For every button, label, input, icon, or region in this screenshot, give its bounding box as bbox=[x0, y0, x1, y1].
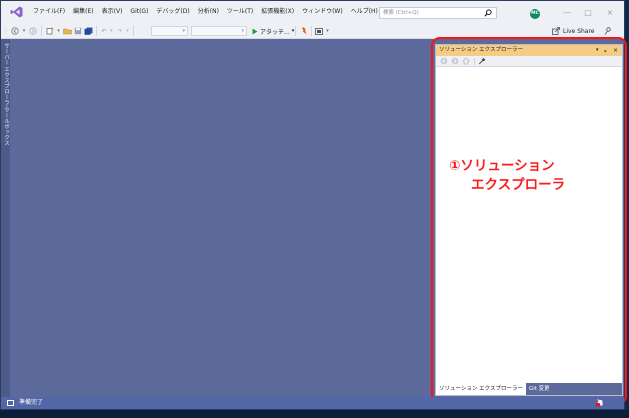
annotation-line-1: ①ソリューション bbox=[449, 158, 555, 174]
chevron-down-icon[interactable]: ▾ bbox=[109, 26, 114, 36]
navigate-forward-icon[interactable] bbox=[28, 26, 38, 36]
navigate-back-icon[interactable] bbox=[10, 26, 20, 36]
toolbar-grip-icon: ⋮ bbox=[3, 27, 9, 35]
left-tool-window-strip: サーバー エクスプローラー ツールボックス bbox=[1, 39, 10, 397]
menu-edit[interactable]: 編集(E) bbox=[69, 1, 97, 23]
menu-bar: ファイル(F) 編集(E) 表示(V) Git(G) デバッグ(D) 分析(N)… bbox=[29, 1, 382, 23]
menu-file[interactable]: ファイル(F) bbox=[29, 1, 69, 23]
attach-button-label: アタッチ... bbox=[260, 28, 290, 36]
undo-icon[interactable]: ↶ bbox=[99, 26, 109, 36]
minimize-button[interactable]: — bbox=[562, 7, 572, 19]
menu-help[interactable]: ヘルプ(H) bbox=[347, 1, 382, 23]
chevron-down-icon[interactable]: ▾ bbox=[56, 26, 61, 36]
chevron-down-icon[interactable]: ▾ bbox=[125, 26, 130, 36]
server-explorer-tab[interactable]: サーバー エクスプローラー bbox=[2, 43, 10, 111]
attach-button[interactable]: アタッチ... ▾ bbox=[252, 26, 294, 36]
search-icon bbox=[484, 9, 492, 17]
redo-icon[interactable]: ↷ bbox=[115, 26, 125, 36]
vs-window: ファイル(F) 編集(E) 表示(V) Git(G) デバッグ(D) 分析(N)… bbox=[0, 0, 627, 410]
toolbar-separator bbox=[311, 26, 312, 36]
diagnostic-tools-icon[interactable] bbox=[314, 26, 324, 36]
open-folder-icon[interactable] bbox=[62, 26, 72, 36]
close-window-button[interactable]: × bbox=[605, 7, 615, 19]
annotation-highlight-frame bbox=[431, 37, 627, 405]
play-icon bbox=[252, 28, 258, 34]
annotation-line-2: エクスプローラ bbox=[471, 177, 566, 193]
search-input[interactable]: 検索 (Ctrl+Q) bbox=[379, 7, 497, 19]
menu-window[interactable]: ウィンドウ(W) bbox=[298, 1, 347, 23]
chevron-down-icon: ▾ bbox=[241, 28, 244, 34]
save-all-icon[interactable] bbox=[83, 26, 93, 36]
toolbox-tab[interactable]: ツールボックス bbox=[2, 107, 10, 146]
menu-view[interactable]: 表示(V) bbox=[98, 1, 127, 23]
hot-reload-icon[interactable] bbox=[299, 26, 309, 36]
live-share-label: Live Share bbox=[563, 27, 595, 35]
status-text: 準備完了 bbox=[19, 399, 44, 406]
menu-extensions[interactable]: 拡張機能(X) bbox=[257, 1, 298, 23]
menu-analyze[interactable]: 分析(N) bbox=[194, 1, 223, 23]
title-bar: ファイル(F) 編集(E) 表示(V) Git(G) デバッグ(D) 分析(N)… bbox=[1, 1, 624, 23]
output-window-icon[interactable] bbox=[7, 400, 14, 406]
chevron-down-icon: ▾ bbox=[291, 28, 295, 34]
annotation-label: ①ソリューション エクスプローラ bbox=[449, 157, 589, 195]
live-share-icon bbox=[552, 27, 560, 35]
save-icon[interactable] bbox=[73, 26, 83, 36]
status-bar: 準備完了 1 bbox=[1, 397, 624, 409]
solution-configuration-select[interactable]: ▾ bbox=[151, 26, 188, 36]
notification-count: 1 bbox=[597, 400, 601, 405]
chevron-down-icon: ▾ bbox=[182, 28, 185, 34]
account-avatar[interactable]: MC bbox=[530, 9, 540, 19]
menu-debug[interactable]: デバッグ(D) bbox=[152, 1, 193, 23]
toolbar-separator bbox=[133, 26, 134, 36]
solution-platform-select[interactable]: ▾ bbox=[191, 26, 247, 36]
toolbar-separator bbox=[96, 26, 97, 36]
live-share-button[interactable]: Live Share bbox=[552, 27, 594, 35]
menu-git[interactable]: Git(G) bbox=[126, 1, 152, 23]
toolbar-overflow-icon[interactable]: ▾ bbox=[325, 26, 330, 36]
toolbar-separator bbox=[41, 26, 42, 36]
toolbar-separator bbox=[295, 26, 296, 36]
visual-studio-logo-icon[interactable] bbox=[10, 6, 23, 18]
chevron-down-icon[interactable]: ▾ bbox=[21, 26, 27, 36]
search-placeholder: 検索 (Ctrl+Q) bbox=[383, 10, 419, 16]
os-taskbar bbox=[0, 410, 629, 418]
new-project-icon[interactable] bbox=[45, 26, 55, 36]
menu-tools[interactable]: ツール(T) bbox=[223, 1, 257, 23]
maximize-button[interactable]: □ bbox=[583, 7, 593, 19]
feedback-icon[interactable] bbox=[603, 26, 613, 36]
